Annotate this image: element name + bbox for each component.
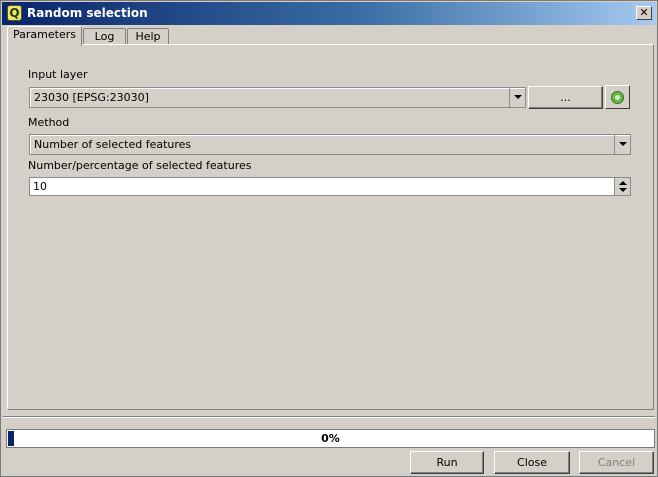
title-bar[interactable]: Q Random selection ✕ <box>2 2 656 25</box>
dialog-window: Q Random selection ✕ Parameters Log Help… <box>0 0 658 477</box>
divider <box>3 416 655 418</box>
parameters-panel: Input layer 23030 [EPSG:23030] ... Metho… <box>7 44 654 410</box>
input-layer-combobox[interactable]: 23030 [EPSG:23030] <box>29 87 526 108</box>
method-combobox[interactable]: Number of selected features <box>29 134 631 155</box>
tab-help[interactable]: Help <box>127 28 169 45</box>
window-title: Random selection <box>27 6 148 20</box>
method-label: Method <box>28 116 70 129</box>
iterate-layer-button[interactable] <box>605 85 630 109</box>
chevron-down-icon[interactable] <box>614 135 630 154</box>
close-window-button[interactable]: ✕ <box>636 6 652 20</box>
number-spinbox[interactable]: 10 <box>29 177 631 196</box>
spin-down-icon[interactable] <box>619 188 627 192</box>
close-button[interactable]: Close <box>494 451 570 474</box>
number-label: Number/percentage of selected features <box>28 159 252 172</box>
qgis-app-icon: Q <box>7 5 22 21</box>
spinbox-arrows[interactable] <box>614 178 630 195</box>
cancel-button[interactable]: Cancel <box>579 451 654 474</box>
spin-up-icon[interactable] <box>619 181 627 185</box>
method-value: Number of selected features <box>34 138 192 151</box>
refresh-icon <box>611 91 624 104</box>
chevron-down-icon[interactable] <box>509 88 525 107</box>
close-icon: ✕ <box>639 6 649 19</box>
tab-log[interactable]: Log <box>83 28 126 45</box>
progress-bar: 0% <box>6 429 655 448</box>
browse-layer-button[interactable]: ... <box>528 86 603 109</box>
progress-text: 0% <box>321 432 340 445</box>
tab-parameters[interactable]: Parameters <box>7 26 82 46</box>
run-button[interactable]: Run <box>410 451 484 474</box>
input-layer-value: 23030 [EPSG:23030] <box>34 91 149 104</box>
number-value: 10 <box>33 180 47 193</box>
input-layer-label: Input layer <box>28 68 88 81</box>
